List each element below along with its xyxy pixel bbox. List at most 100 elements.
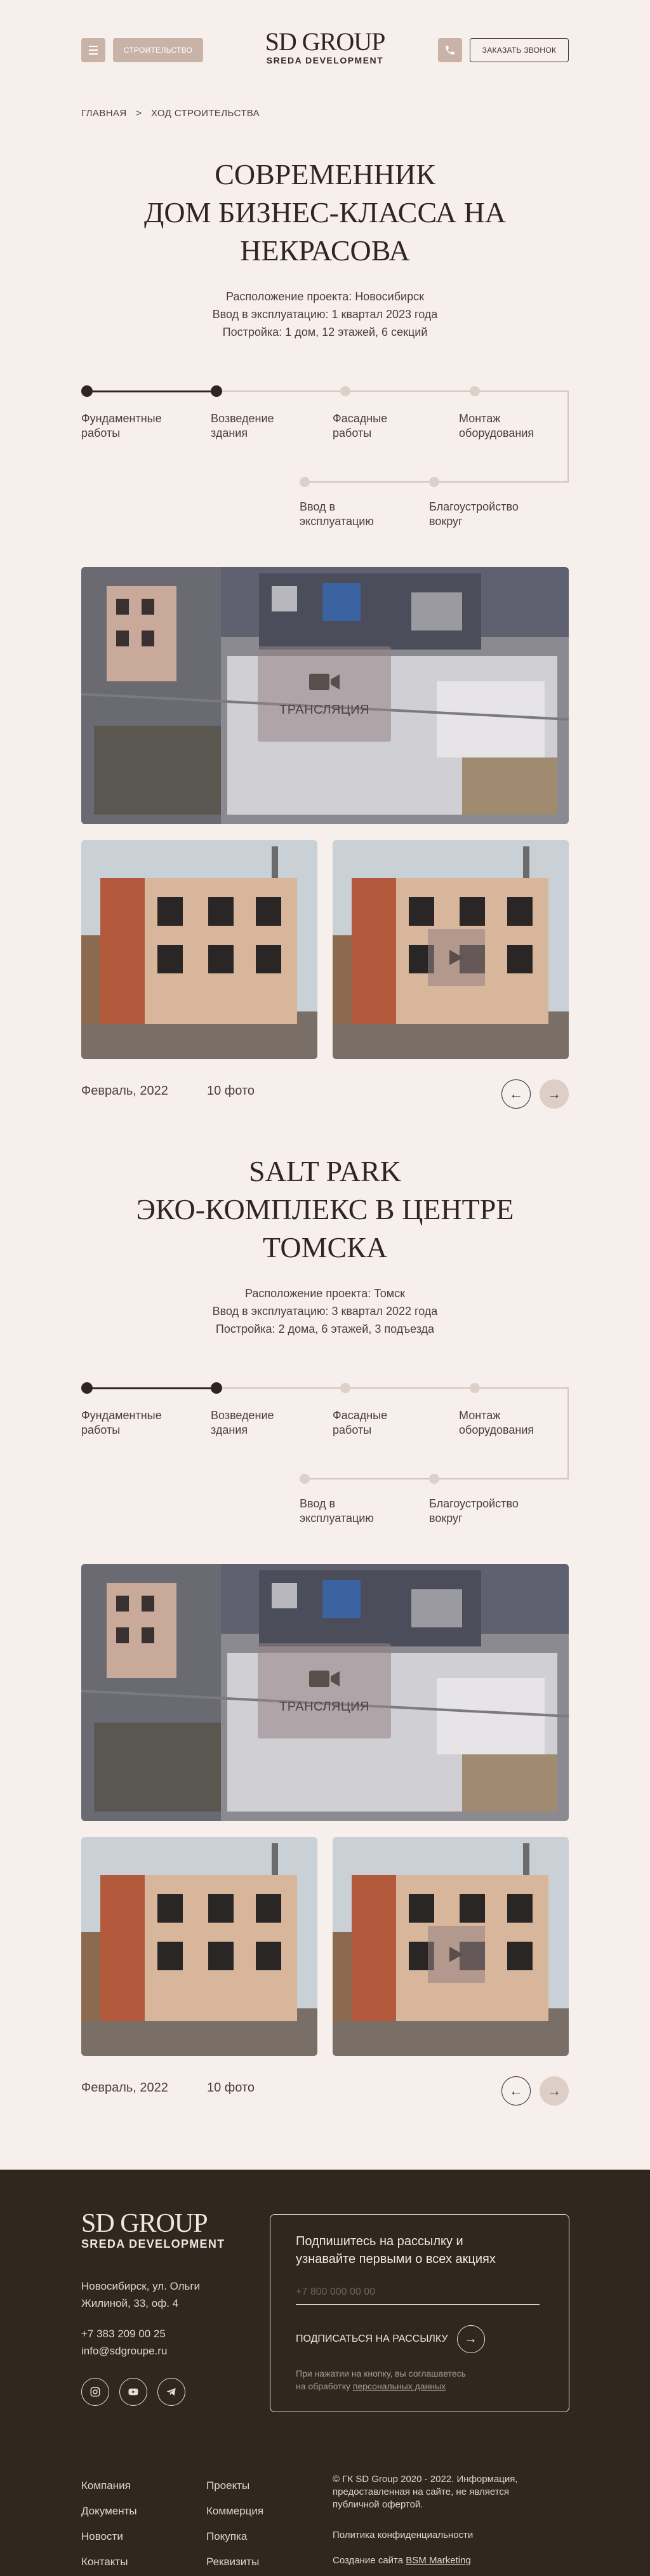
photo-count: 10 фото [207,2081,255,2095]
video-thumbnail[interactable] [333,840,569,1059]
footer-contacts: +7 383 209 00 25 info@sdgroupe.ru [81,2325,167,2359]
bsm-marketing-link[interactable]: BSM Marketing [406,2555,471,2566]
footer-links-col2: Проекты Коммерция Покупка Реквизиты [206,2473,263,2575]
construction-photo [81,840,317,1059]
gallery-date: Февраль, 2022 [81,1084,168,1098]
stage-dot [300,1474,310,1484]
project-section: SALT PARK ЭКО-КОМПЛЕКС В ЦЕНТРЕ ТОМСКА Р… [0,1152,650,1338]
project-info: Расположение проекта: Томск Ввод в экспл… [212,1287,438,1335]
stage-label: Благоустройство вокруг [429,1497,519,1525]
site-footer: SD GROUP SREDA DEVELOPMENT Новосибирск, … [0,2170,650,2576]
photo-thumbnail[interactable] [81,840,317,1059]
stream-label: ТРАНСЛЯЦИЯ [279,1699,369,1714]
stream-overlay[interactable]: ТРАНСЛЯЦИЯ [258,1643,391,1738]
phone-icon [446,46,454,55]
telegram-link[interactable] [157,2378,185,2406]
breadcrumb-current: ХОД СТРОИТЕЛЬСТВА [150,108,260,119]
instagram-link[interactable] [81,2378,109,2406]
stage-dot [429,477,439,487]
stage-label: Монтаж оборудования [459,412,534,439]
consent-note: При нажатии на кнопку, вы соглашаетесь н… [296,2368,466,2391]
gallery-date: Февраль, 2022 [81,2081,168,2095]
logo[interactable]: SD GROUP SREDA DEVELOPMENT [262,29,388,66]
live-stream[interactable]: ТРАНСЛЯЦИЯ [81,567,569,824]
stage-dot [340,386,350,396]
phone-input[interactable] [296,2279,540,2305]
footer-links-col1: Компания Документы Новости Контакты [81,2473,137,2575]
stage-label: Возведение здания [211,412,274,439]
youtube-icon [128,2388,138,2396]
menu-icon [89,46,98,47]
privacy-link[interactable]: Политика конфиденциальности [333,2523,574,2548]
play-button[interactable] [428,929,485,986]
stream-overlay[interactable]: ТРАНСЛЯЦИЯ [258,646,391,742]
stage-dot [300,477,310,487]
stage-label: Фасадные работы [333,412,388,439]
menu-button[interactable] [81,38,105,62]
personal-data-link[interactable]: персональных данных [353,2381,446,2391]
stage-label: Фундаментные работы [81,412,162,439]
stage-label: Монтаж оборудования [459,1409,534,1436]
breadcrumb: ГЛАВНАЯ > ХОД СТРОИТЕЛЬСТВА [81,108,266,119]
telegram-icon [166,2388,176,2396]
order-call-button[interactable]: ЗАКАЗАТЬ ЗВОНОК [470,38,569,62]
stage-dot-done [81,1382,93,1394]
gallery-meta: Февраль, 2022 10 фото [81,2081,255,2095]
social-links [81,2378,185,2406]
arrow-right-icon: → [456,2325,485,2353]
stream-label: ТРАНСЛЯЦИЯ [279,702,369,717]
stage-label: Ввод в эксплуатацию [300,1497,374,1525]
subscribe-form: Подпишитесь на рассылку и узнавайте перв… [270,2214,569,2412]
play-button[interactable] [428,1926,485,1983]
camera-icon [309,673,340,690]
stage-label: Благоустройство вокруг [429,500,519,528]
arrow-left-icon: ← [509,1086,523,1102]
footer-link[interactable]: Проекты [206,2473,263,2499]
stage-dot-done [211,385,222,397]
stage-label: Ввод в эксплуатацию [300,500,374,528]
youtube-link[interactable] [119,2378,147,2406]
stage-dot [429,1474,439,1484]
project-title: СОВРЕМЕННИК ДОМ БИЗНЕС-КЛАССА НА НЕКРАСО… [143,158,507,267]
photo-thumbnail[interactable] [81,1837,317,2056]
footer-logo[interactable]: SD GROUP SREDA DEVELOPMENT [81,2210,225,2251]
copyright: © ГК SD Group 2020 - 2022. Информация, п… [333,2474,518,2510]
footer-link[interactable]: Контакты [81,2549,137,2575]
stage-dot-done [81,385,93,397]
section-button[interactable]: СТРОИТЕЛЬСТВО [113,38,203,62]
footer-phone[interactable]: +7 383 209 00 25 [81,2325,167,2342]
photo-count: 10 фото [207,1084,255,1098]
stage-dot-done [211,1382,222,1394]
live-stream[interactable]: ТРАНСЛЯЦИЯ [81,1564,569,1821]
video-thumbnail[interactable] [333,1837,569,2056]
instagram-icon [90,2387,100,2397]
footer-link[interactable]: Коммерция [206,2499,263,2524]
prev-button[interactable]: ← [501,2076,531,2106]
gallery-meta: Февраль, 2022 10 фото [81,1084,255,1098]
footer-email[interactable]: info@sdgroupe.ru [81,2342,167,2359]
arrow-left-icon: ← [509,2083,523,2099]
footer-link[interactable]: Компания [81,2473,137,2499]
footer-link[interactable]: Реквизиты [206,2549,263,2575]
next-button[interactable]: → [540,1079,569,1109]
footer-address: Новосибирск, ул. Ольги Жилиной, 33, оф. … [81,2280,201,2309]
construction-photo [81,1837,317,2056]
breadcrumb-home[interactable]: ГЛАВНАЯ [81,108,127,119]
subscribe-title: Подпишитесь на рассылку и узнавайте перв… [296,2234,496,2266]
footer-link[interactable]: Новости [81,2524,137,2549]
next-button[interactable]: → [540,2076,569,2106]
project-section: СОВРЕМЕННИК ДОМ БИЗНЕС-КЛАССА НА НЕКРАСО… [0,156,650,341]
footer-legal: © ГК SD Group 2020 - 2022. Информация, п… [333,2473,574,2573]
subscribe-button[interactable]: ПОДПИСАТЬСЯ НА РАССЫЛКУ → [296,2325,485,2353]
stage-dot [470,386,480,396]
stage-dot [340,1383,350,1393]
prev-button[interactable]: ← [501,1079,531,1109]
arrow-right-icon: → [547,2083,561,2099]
footer-link[interactable]: Документы [81,2499,137,2524]
footer-link[interactable]: Покупка [206,2524,263,2549]
phone-button[interactable] [438,38,462,62]
project-info: Расположение проекта: Новосибирск Ввод в… [212,290,438,338]
breadcrumb-separator: > [136,108,142,119]
arrow-right-icon: → [547,1086,561,1102]
camera-icon [309,1670,340,1687]
